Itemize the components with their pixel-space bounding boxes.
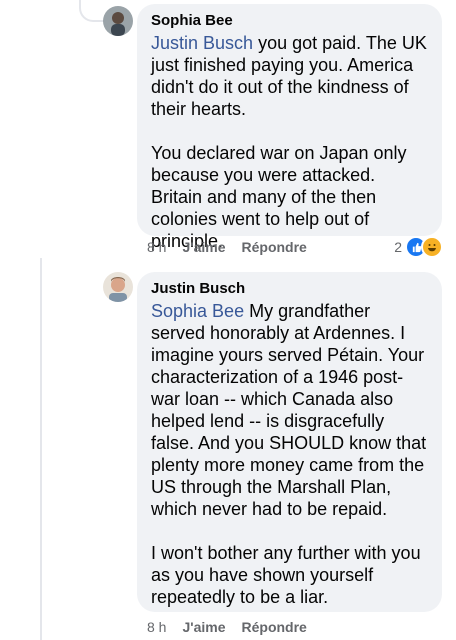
comment-actions: 8 h J'aime Répondre: [147, 619, 307, 635]
thread-connector: [79, 0, 105, 22]
reactions-summary[interactable]: 2: [394, 236, 443, 258]
like-button[interactable]: J'aime: [182, 619, 225, 635]
comment-actions: 8 h J'aime Répondre: [147, 239, 307, 255]
like-button[interactable]: J'aime: [182, 239, 225, 255]
comment-time[interactable]: 8 h: [147, 239, 166, 255]
reaction-count: 2: [394, 239, 402, 255]
comment-author[interactable]: Sophia Bee: [151, 12, 428, 30]
mention-link[interactable]: Sophia Bee: [151, 301, 244, 321]
reply-button[interactable]: Répondre: [242, 619, 307, 635]
avatar-justin[interactable]: [103, 272, 133, 302]
comment-bubble: Sophia Bee Justin Busch you got paid. Th…: [137, 4, 442, 251]
reply-button[interactable]: Répondre: [242, 239, 307, 255]
comment-text: Justin Busch you got paid. The UK just f…: [151, 33, 427, 251]
comment-author[interactable]: Justin Busch: [151, 280, 428, 298]
avatar-sophia[interactable]: [103, 6, 133, 36]
thread-line: [40, 258, 42, 640]
haha-reaction-icon: [421, 236, 443, 258]
mention-link[interactable]: Justin Busch: [151, 33, 253, 53]
comment-time[interactable]: 8 h: [147, 619, 166, 635]
comment-text: Sophia Bee My grandfather served honorab…: [151, 301, 427, 607]
comment-bubble: Justin Busch Sophia Bee My grandfather s…: [137, 272, 442, 612]
